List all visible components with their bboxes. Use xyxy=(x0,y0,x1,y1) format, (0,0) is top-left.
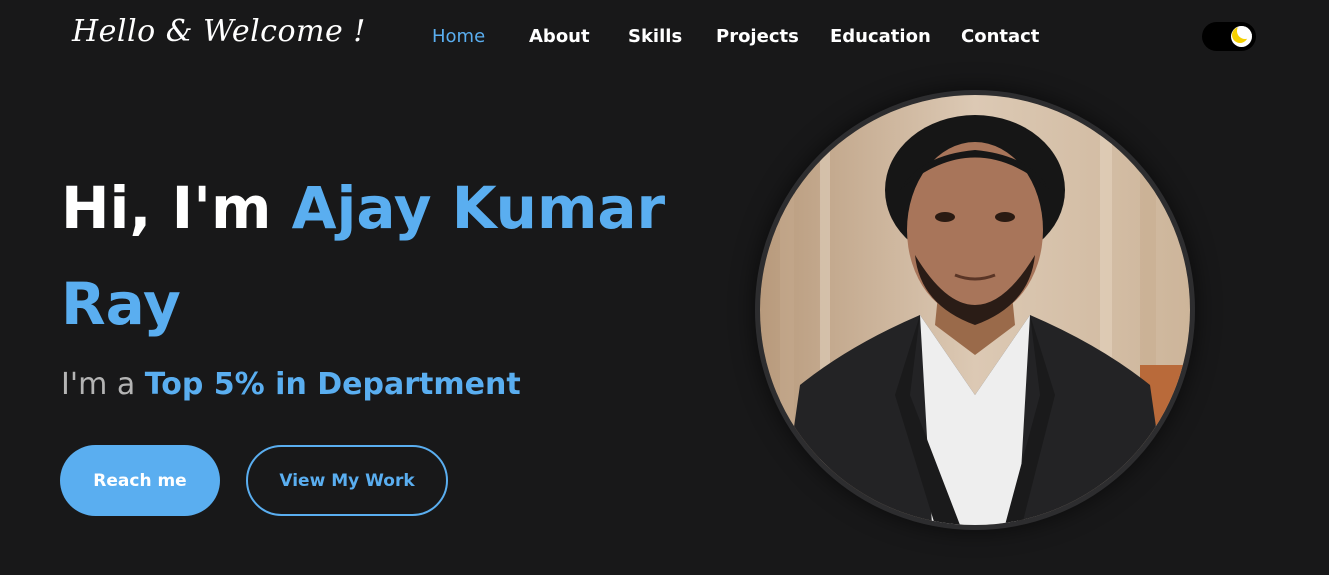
nav-link-education[interactable]: Education xyxy=(830,26,931,47)
hero-title: Hi, I'm Ajay Kumar Ray xyxy=(61,160,701,352)
view-work-button[interactable]: View My Work xyxy=(246,445,448,516)
subtitle-role: Top 5% in Department xyxy=(144,367,521,402)
subtitle-prefix: I'm a xyxy=(61,367,136,402)
page: Hello & Welcome ! Home About Skills Proj… xyxy=(0,0,1329,575)
hero-subtitle: I'm a Top 5% in Department xyxy=(61,367,521,402)
nav-link-projects[interactable]: Projects xyxy=(716,26,799,47)
logo[interactable]: Hello & Welcome ! xyxy=(72,14,366,49)
nav-link-skills[interactable]: Skills xyxy=(628,26,682,47)
navbar: Hello & Welcome ! Home About Skills Proj… xyxy=(0,0,1329,76)
greeting: Hi, I'm xyxy=(61,174,272,242)
profile-photo-illustration xyxy=(760,95,1190,525)
reach-me-button[interactable]: Reach me xyxy=(60,445,220,516)
toggle-knob xyxy=(1231,26,1252,47)
nav-link-about[interactable]: About xyxy=(529,26,590,47)
nav-link-home[interactable]: Home xyxy=(432,26,485,47)
theme-toggle[interactable] xyxy=(1202,22,1256,51)
nav-link-contact[interactable]: Contact xyxy=(961,26,1039,47)
profile-photo xyxy=(755,90,1195,530)
